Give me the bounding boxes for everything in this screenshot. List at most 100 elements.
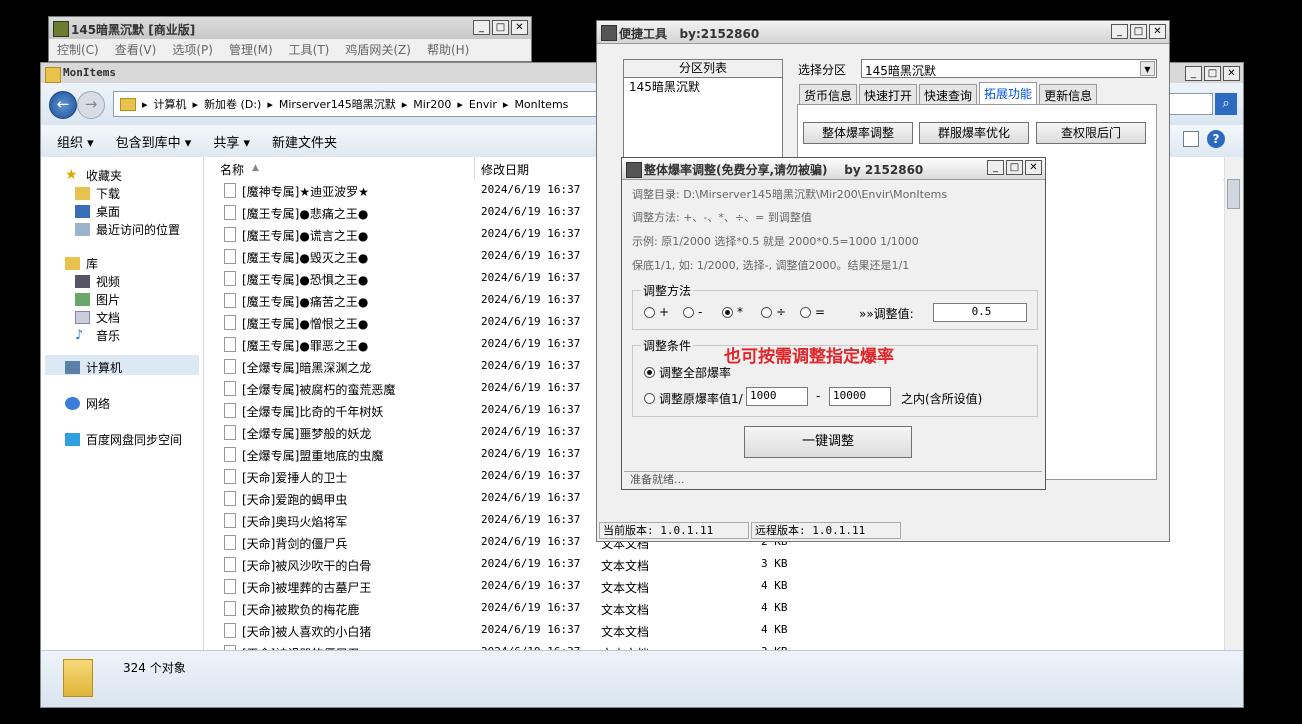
scroll-thumb[interactable] bbox=[1227, 179, 1240, 209]
menu-options[interactable]: 选项(P) bbox=[172, 41, 213, 58]
menu-view[interactable]: 查看(V) bbox=[115, 41, 157, 58]
minimize-icon[interactable]: _ bbox=[1111, 24, 1128, 39]
folder-icon bbox=[45, 67, 61, 83]
view-toggle-icon[interactable] bbox=[1183, 131, 1199, 147]
breadcrumb-envir[interactable]: Envir bbox=[469, 98, 497, 111]
col-date[interactable]: 修改日期 bbox=[481, 161, 529, 178]
nav-music[interactable]: ♪ 音乐 bbox=[75, 327, 120, 344]
include-library-button[interactable]: 包含到库中 ▾ bbox=[116, 132, 192, 151]
current-version: 当前版本: 1.0.1.11 bbox=[599, 522, 749, 539]
new-folder-button[interactable]: 新建文件夹 bbox=[272, 132, 337, 151]
close-icon[interactable]: ✕ bbox=[511, 20, 528, 35]
file-name: [魔王专属]●痛苦之王● bbox=[242, 295, 369, 309]
tab-quick-query[interactable]: 快速查询 bbox=[919, 84, 978, 104]
maximize-icon[interactable]: □ bbox=[492, 20, 509, 35]
video-icon bbox=[75, 275, 90, 288]
text-file-icon bbox=[224, 403, 236, 418]
file-name: [天命]被埋葬的古墓尸王 bbox=[242, 581, 372, 595]
file-name: [天命]被人喜欢的小白猪 bbox=[242, 625, 372, 639]
op-minus-radio[interactable]: - bbox=[683, 305, 702, 319]
nav-library[interactable]: 库 bbox=[65, 255, 98, 272]
cond-all-radio[interactable]: 调整全部爆率 bbox=[644, 364, 731, 381]
breadcrumb-monitems[interactable]: MonItems bbox=[514, 98, 568, 111]
file-row[interactable]: [天命]被风沙吹干的白骨 2024/6/19 16:37 文本文档 3 KB bbox=[204, 553, 1223, 575]
help-icon[interactable]: ? bbox=[1207, 130, 1225, 148]
forward-arrow-icon[interactable]: → bbox=[77, 91, 105, 119]
breadcrumb-computer[interactable]: 计算机 bbox=[154, 96, 187, 112]
check-backdoor-button[interactable]: 查权限后门 bbox=[1036, 122, 1146, 144]
tab-currency[interactable]: 货币信息 bbox=[799, 84, 858, 104]
nav-computer[interactable]: 计算机 bbox=[65, 359, 122, 376]
breadcrumb-mir200[interactable]: Mir200 bbox=[413, 98, 451, 111]
file-type: 文本文档 bbox=[601, 603, 650, 617]
path-breadcrumb[interactable]: ▸ 计算机 ▸ 新加卷 (D:) ▸ Mirserver145暗黑沉默 ▸ Mir20… bbox=[113, 91, 605, 117]
vertical-scrollbar[interactable] bbox=[1224, 157, 1243, 651]
organize-button[interactable]: 组织 ▾ bbox=[57, 132, 94, 151]
nav-downloads[interactable]: 下载 bbox=[75, 185, 120, 202]
file-name: [魔王专属]●憎恨之王● bbox=[242, 317, 369, 331]
nav-pictures[interactable]: 图片 bbox=[75, 291, 120, 308]
nav-recent[interactable]: 最近访问的位置 bbox=[75, 221, 180, 238]
tab-extensions[interactable]: 拓展功能 bbox=[979, 82, 1038, 104]
op-plus-radio[interactable]: + bbox=[644, 305, 669, 319]
partition-select[interactable]: 145暗黑沉默 ▼ bbox=[861, 59, 1157, 78]
group-drop-rate-button[interactable]: 群服爆率优化 bbox=[919, 122, 1029, 144]
text-file-icon bbox=[224, 359, 236, 374]
breadcrumb-drive[interactable]: 新加卷 (D:) bbox=[204, 96, 261, 112]
dialog-titlebar[interactable]: 整体爆率调整(免费分享,请勿被骗) by 2152860 _ □ ✕ bbox=[622, 158, 1045, 180]
remote-version: 远程版本: 1.0.1.11 bbox=[751, 522, 901, 539]
file-row[interactable]: [天命]被人喜欢的小白猪 2024/6/19 16:37 文本文档 4 KB bbox=[204, 619, 1223, 641]
file-row[interactable]: [天命]被埋葬的古墓尸王 2024/6/19 16:37 文本文档 4 KB bbox=[204, 575, 1223, 597]
method-group-label: 调整方法 bbox=[641, 282, 694, 299]
nav-documents[interactable]: 文档 bbox=[75, 309, 120, 326]
back-arrow-icon[interactable]: ← bbox=[49, 91, 77, 119]
op-equals-radio[interactable]: = bbox=[800, 305, 825, 319]
nav-pane: ★ 收藏夹 下载 桌面 最近访问的位置 库 视频 图片 文档 ♪ 音乐 计算机 网络… bbox=[41, 157, 204, 651]
text-file-icon bbox=[224, 469, 236, 484]
close-icon[interactable]: ✕ bbox=[1149, 24, 1166, 39]
text-file-icon bbox=[224, 249, 236, 264]
share-button[interactable]: 共享 ▾ bbox=[213, 132, 250, 151]
adjust-value-input[interactable]: 0.5 bbox=[933, 303, 1027, 322]
nav-videos[interactable]: 视频 bbox=[75, 273, 120, 290]
one-click-adjust-button[interactable]: 一键调整 bbox=[744, 426, 912, 458]
range-to-input[interactable]: 10000 bbox=[829, 387, 891, 406]
op-divide-radio[interactable]: ÷ bbox=[761, 305, 786, 319]
file-row[interactable]: [天命]被欺负的梅花鹿 2024/6/19 16:37 文本文档 4 KB bbox=[204, 597, 1223, 619]
tool-titlebar[interactable]: 便捷工具 by:2152860 _ □ ✕ bbox=[597, 21, 1169, 44]
cond-range-radio[interactable]: 调整原爆率值1/ bbox=[644, 390, 743, 407]
menu-gateway[interactable]: 鸡盾网关(Z) bbox=[345, 41, 411, 58]
minimize-icon[interactable]: _ bbox=[473, 20, 490, 35]
close-icon[interactable]: ✕ bbox=[1223, 66, 1240, 81]
tab-quick-open[interactable]: 快速打开 bbox=[859, 84, 918, 104]
partition-list[interactable]: 分区列表 145暗黑沉默 bbox=[623, 59, 783, 159]
col-name[interactable]: 名称 bbox=[220, 161, 244, 178]
minimize-icon[interactable]: _ bbox=[987, 160, 1004, 175]
menu-manage[interactable]: 管理(M) bbox=[229, 41, 273, 58]
file-date: 2024/6/19 16:37 bbox=[481, 513, 581, 526]
close-icon[interactable]: ✕ bbox=[1025, 160, 1042, 175]
breadcrumb-server[interactable]: Mirserver145暗黑沉默 bbox=[279, 96, 396, 112]
tool-tabs: 货币信息 快速打开 快速查询 拓展功能 更新信息 bbox=[799, 82, 1098, 104]
op-multiply-radio[interactable]: * bbox=[722, 305, 743, 319]
range-from-input[interactable]: 1000 bbox=[746, 387, 808, 406]
nav-baidu[interactable]: 百度网盘同步空间 bbox=[65, 431, 182, 448]
menu-control[interactable]: 控制(C) bbox=[57, 41, 99, 58]
nav-favorites[interactable]: ★ 收藏夹 bbox=[65, 167, 122, 184]
partition-list-item[interactable]: 145暗黑沉默 bbox=[624, 78, 782, 96]
documents-icon bbox=[75, 311, 90, 324]
nav-desktop[interactable]: 桌面 bbox=[75, 203, 120, 220]
tab-updates[interactable]: 更新信息 bbox=[1039, 84, 1098, 104]
maximize-icon[interactable]: □ bbox=[1204, 66, 1221, 81]
search-icon[interactable]: ⌕ bbox=[1215, 93, 1237, 115]
maximize-icon[interactable]: □ bbox=[1130, 24, 1147, 39]
menu-tools[interactable]: 工具(T) bbox=[289, 41, 330, 58]
chevron-down-icon[interactable]: ▼ bbox=[1140, 61, 1155, 76]
file-date: 2024/6/19 16:37 bbox=[481, 491, 581, 504]
maximize-icon[interactable]: □ bbox=[1006, 160, 1023, 175]
menu-help[interactable]: 帮助(H) bbox=[427, 41, 469, 58]
minimize-icon[interactable]: _ bbox=[1185, 66, 1202, 81]
overall-drop-rate-button[interactable]: 整体爆率调整 bbox=[803, 122, 913, 144]
nav-network[interactable]: 网络 bbox=[65, 395, 110, 412]
game-window-titlebar[interactable]: 145暗黑沉默 [商业版] _ □ ✕ bbox=[49, 17, 531, 40]
